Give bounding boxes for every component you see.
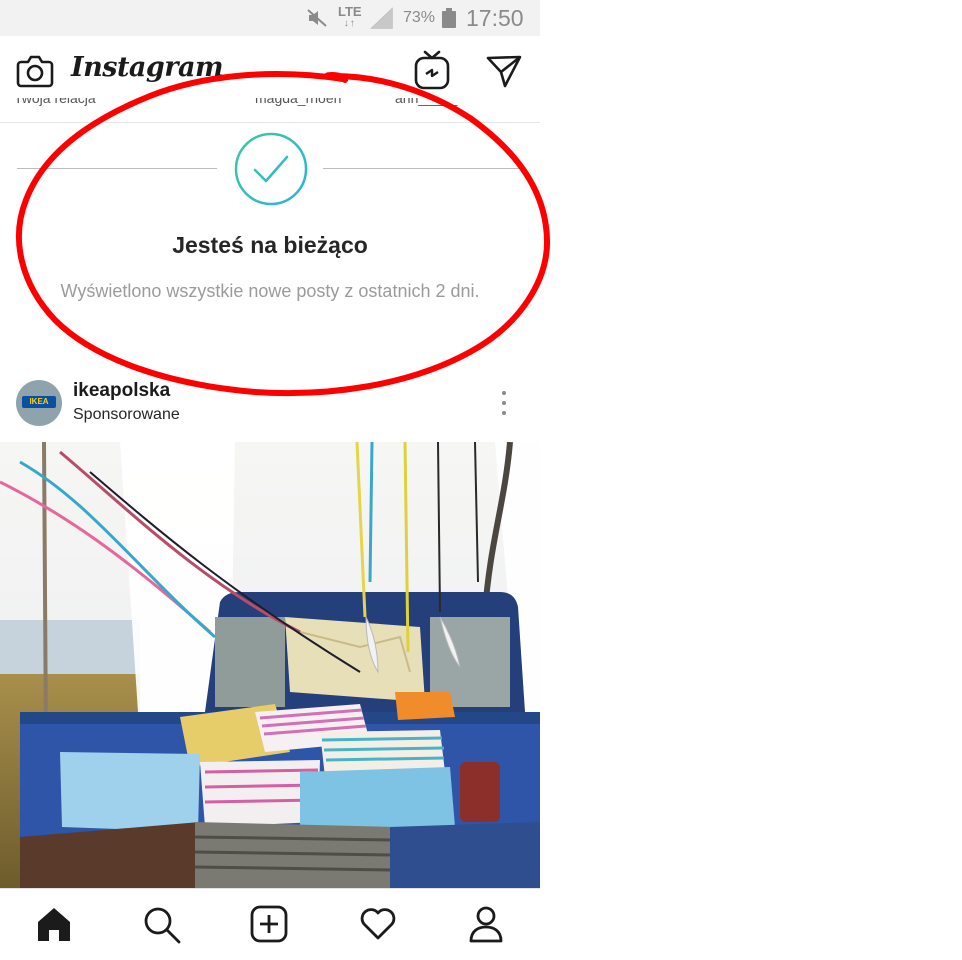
divider-line	[323, 168, 524, 169]
post-image[interactable]	[0, 442, 540, 888]
direct-message-icon[interactable]	[485, 53, 523, 94]
home-icon[interactable]	[35, 905, 73, 948]
profile-icon[interactable]	[468, 905, 504, 948]
caught-up-subtitle: Wyświetlono wszystkie nowe posty z ostat…	[60, 281, 480, 301]
signal-icon	[370, 0, 394, 36]
activity-heart-icon[interactable]	[359, 905, 397, 946]
clock: 17:50	[466, 4, 524, 31]
sponsored-label[interactable]: Sponsorowane	[73, 406, 180, 424]
status-bar: LTE ↓↑ 73% 17:50	[0, 0, 540, 36]
caught-up-title: Jesteś na bieżąco	[172, 232, 368, 258]
instagram-logo: Instagram	[71, 52, 224, 83]
checkmark-circle-icon	[233, 131, 309, 212]
add-post-icon[interactable]	[250, 905, 288, 948]
stories-tray-remnant: Twoja relacja magda_rhoen ann_____	[0, 98, 540, 123]
igtv-icon[interactable]	[412, 49, 452, 96]
data-arrows-icon: ↓↑	[343, 18, 356, 29]
bottom-navigation	[0, 888, 540, 960]
camera-icon[interactable]	[16, 53, 54, 94]
story-label[interactable]: magda_rhoen	[255, 98, 341, 106]
more-vertical-icon[interactable]	[494, 390, 514, 416]
story-label[interactable]: Twoja relacja	[14, 98, 96, 106]
avatar-logo: IKEA	[22, 396, 56, 408]
search-icon[interactable]	[142, 905, 182, 950]
post-username[interactable]: ikeapolska	[73, 380, 170, 402]
divider-line	[17, 168, 217, 169]
battery-percent: 73%	[403, 9, 436, 26]
network-type: LTE	[338, 4, 362, 19]
instagram-screen: LTE ↓↑ 73% 17:50 Instagram Twoja relacja …	[0, 0, 540, 960]
avatar[interactable]: IKEA	[16, 380, 62, 426]
mute-icon	[306, 0, 328, 36]
story-label[interactable]: ann_____	[395, 98, 457, 106]
app-header: Instagram	[0, 36, 540, 104]
battery-icon	[441, 0, 457, 36]
